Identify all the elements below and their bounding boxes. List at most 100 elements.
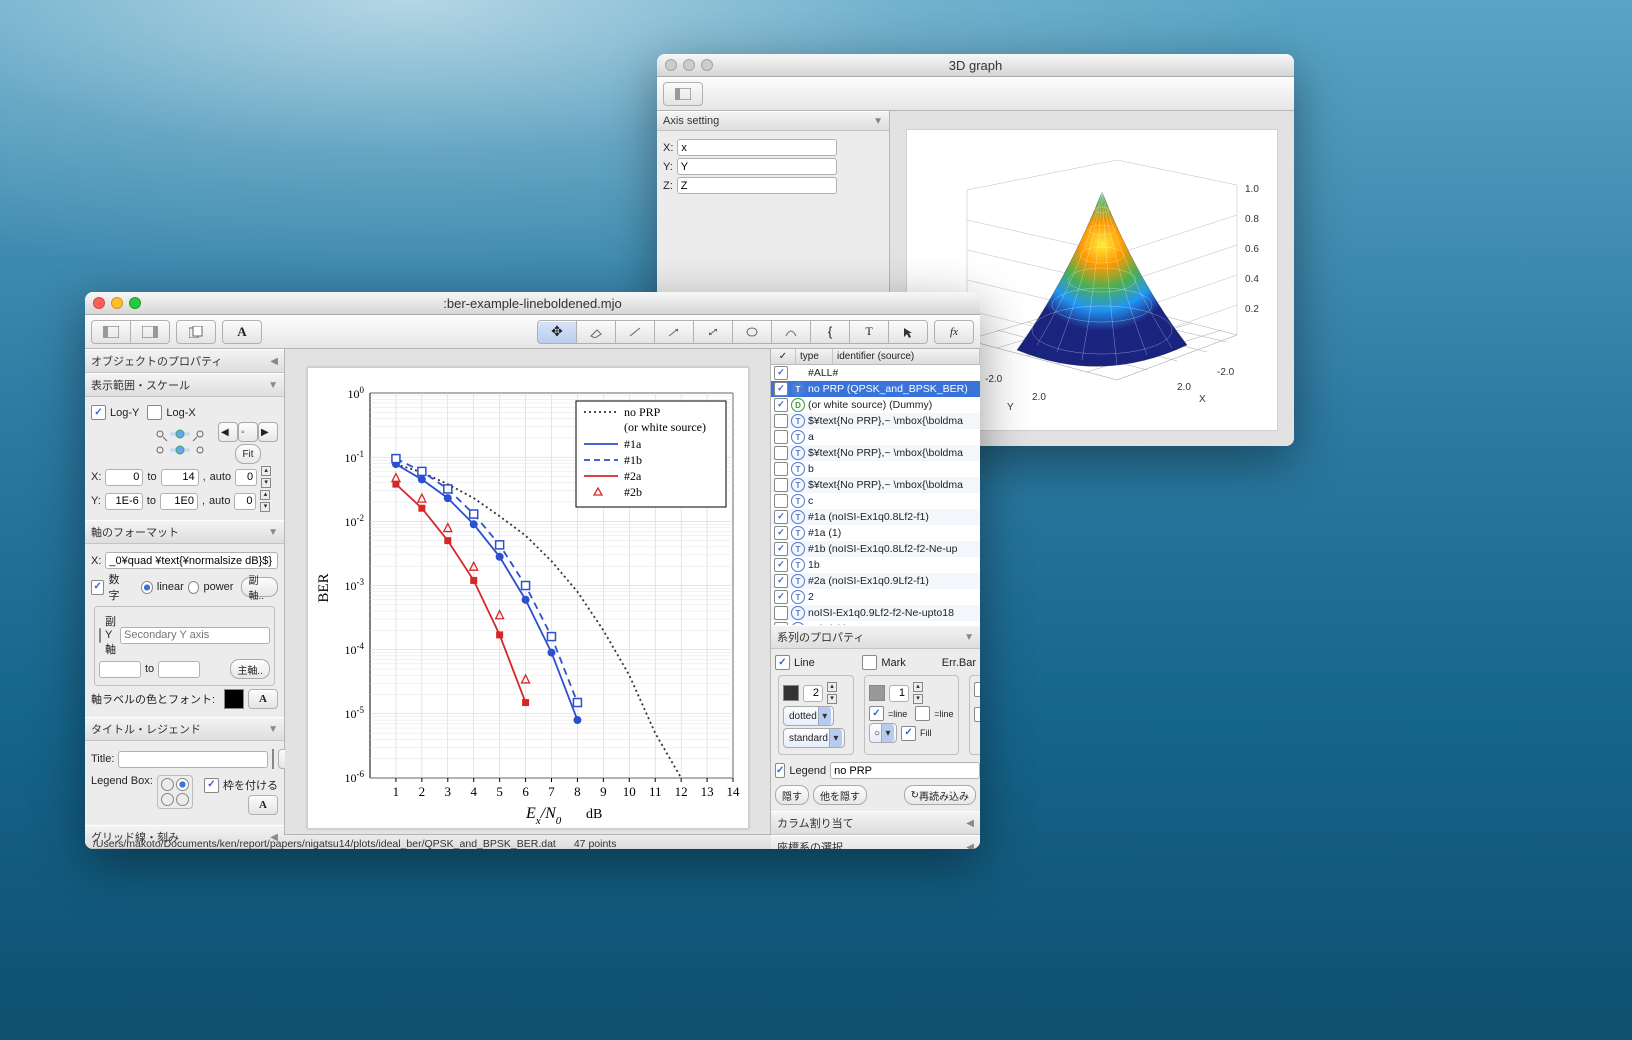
section-series-props[interactable]: 系列のプロパティ▼ bbox=[771, 625, 980, 649]
mainaxis-button[interactable]: 主軸.. bbox=[230, 659, 270, 679]
list-item[interactable]: D(or white source) (Dummy) bbox=[771, 397, 980, 413]
check-fill[interactable] bbox=[901, 726, 916, 741]
copy-button[interactable] bbox=[176, 320, 216, 344]
pan-left-button[interactable]: ◀ bbox=[218, 422, 238, 442]
radio-linear[interactable] bbox=[141, 581, 153, 594]
line-width[interactable] bbox=[803, 685, 823, 702]
pointer-tool[interactable] bbox=[888, 320, 928, 344]
check-eqline2[interactable] bbox=[915, 706, 930, 721]
mark-shape-select[interactable]: ○ bbox=[869, 723, 897, 743]
double-arrow-tool[interactable] bbox=[693, 320, 733, 344]
list-item[interactable]: Tno PRP (QPSK_and_BPSK_BER) bbox=[771, 381, 980, 397]
arc-tool[interactable] bbox=[771, 320, 811, 344]
toggle-sidebar-button[interactable] bbox=[663, 82, 703, 106]
list-header[interactable]: ✓ type identifier (source) bbox=[771, 349, 980, 365]
section-axis-format[interactable]: 軸のフォーマット▼ bbox=[85, 520, 284, 544]
input-x-axis-format[interactable] bbox=[105, 552, 278, 569]
list-item[interactable]: TnoISI-Ex1q0.9Lf2-f2-Ne-upto18 bbox=[771, 605, 980, 621]
list-item[interactable]: T$¥text{No PRP},~ \mbox{\boldma bbox=[771, 445, 980, 461]
check-frame[interactable] bbox=[204, 778, 219, 793]
mark-width[interactable] bbox=[889, 685, 909, 702]
section-column-assign[interactable]: カラム割り当て◀ bbox=[771, 811, 980, 835]
input-y-step[interactable] bbox=[234, 493, 256, 510]
list-item[interactable]: T#1a (noISI-Ex1q0.8Lf2-f1) bbox=[771, 509, 980, 525]
input-axis-x[interactable] bbox=[677, 139, 837, 156]
radio-power[interactable] bbox=[188, 581, 200, 594]
titlebar-main[interactable]: :ber-example-lineboldened.mjo bbox=[85, 292, 980, 315]
section-title-legend[interactable]: タイトル・レジェンド▼ bbox=[85, 717, 284, 741]
hide-others-button[interactable]: 他を隠す bbox=[813, 785, 867, 805]
pan-right-button[interactable]: ▶ bbox=[258, 422, 278, 442]
check-log-y[interactable] bbox=[91, 405, 106, 420]
list-item[interactable]: T#2a (noISI-Ex1q0.9Lf2-f1) bbox=[771, 573, 980, 589]
ellipse-tool[interactable] bbox=[732, 320, 772, 344]
input-x-from[interactable] bbox=[105, 469, 143, 486]
line-std-select[interactable]: standard bbox=[783, 728, 845, 748]
brace-tool[interactable]: { bbox=[810, 320, 850, 344]
check-err-y[interactable] bbox=[974, 707, 980, 722]
fx-button[interactable]: fx bbox=[934, 320, 974, 344]
font-button[interactable]: A bbox=[222, 320, 262, 344]
list-item[interactable]: Tb bbox=[771, 461, 980, 477]
section-coord-select[interactable]: 座標系の選択◀ bbox=[771, 835, 980, 849]
check-err-x[interactable] bbox=[974, 682, 980, 697]
font-legend-button[interactable]: A bbox=[248, 795, 278, 815]
text-tool[interactable]: T bbox=[849, 320, 889, 344]
list-item[interactable]: T$¥text{No PRP},~ \mbox{\boldma bbox=[771, 477, 980, 493]
check-mark[interactable] bbox=[862, 655, 877, 670]
input-secondary-y[interactable] bbox=[120, 627, 270, 644]
arrow-tool[interactable] bbox=[654, 320, 694, 344]
check-suby[interactable] bbox=[99, 628, 101, 643]
color-well-title[interactable] bbox=[272, 749, 274, 769]
input-sy-to[interactable] bbox=[158, 661, 200, 678]
check-digit[interactable] bbox=[91, 580, 104, 595]
list-item[interactable]: Ta bbox=[771, 429, 980, 445]
check-legend[interactable] bbox=[775, 763, 785, 778]
titlebar-3d[interactable]: 3D graph bbox=[657, 54, 1294, 77]
toggle-left-panel-button[interactable] bbox=[91, 320, 131, 344]
legend-text[interactable] bbox=[830, 762, 980, 779]
eraser-tool[interactable] bbox=[576, 320, 616, 344]
input-axis-y[interactable] bbox=[677, 158, 837, 175]
mark-color[interactable] bbox=[869, 685, 885, 701]
reload-button[interactable]: ↻ 再読み込み bbox=[904, 785, 976, 805]
pan-center-button[interactable]: ◦ bbox=[238, 422, 258, 442]
fit-button[interactable]: Fit bbox=[235, 444, 260, 464]
section-object-props[interactable]: オブジェクトのプロパティ◀ bbox=[85, 349, 284, 373]
check-line[interactable] bbox=[775, 655, 790, 670]
input-axis-z[interactable] bbox=[677, 177, 837, 194]
canvas-main[interactable]: 100 10-1 10-2 10-3 10-4 10-5 10-6 BER 12… bbox=[285, 349, 770, 834]
input-y-from[interactable] bbox=[105, 493, 143, 510]
input-x-step[interactable] bbox=[235, 469, 257, 486]
input-sy-from[interactable] bbox=[99, 661, 141, 678]
stepper-y[interactable]: ▴▾ bbox=[260, 490, 270, 512]
legend-position-grid[interactable] bbox=[157, 775, 193, 809]
check-log-x[interactable] bbox=[147, 405, 162, 420]
mark-width-stepper[interactable]: ▴▾ bbox=[913, 682, 923, 704]
line-width-stepper[interactable]: ▴▾ bbox=[827, 682, 837, 704]
chart[interactable]: 100 10-1 10-2 10-3 10-4 10-5 10-6 BER 12… bbox=[307, 367, 749, 829]
hide-button[interactable]: 隠す bbox=[775, 785, 809, 805]
check-eqline1[interactable] bbox=[869, 706, 884, 721]
section-axis-setting[interactable]: Axis setting▼ bbox=[657, 111, 889, 131]
list-item[interactable]: T#1b (noISI-Ex1q0.8Lf2-f2-Ne-up bbox=[771, 541, 980, 557]
line-style-select[interactable]: dotted bbox=[783, 706, 834, 726]
section-range-scale[interactable]: 表示範囲・スケール▼ bbox=[85, 373, 284, 397]
list-item[interactable]: T2 bbox=[771, 589, 980, 605]
list-item[interactable]: Tc bbox=[771, 493, 980, 509]
font-axis-button[interactable]: A bbox=[248, 689, 278, 709]
list-item[interactable]: T#1a (1) bbox=[771, 525, 980, 541]
list-item[interactable]: T1b bbox=[771, 557, 980, 573]
list-item[interactable]: T$¥text{No PRP},~ \mbox{\boldma bbox=[771, 413, 980, 429]
subaxis-button[interactable]: 副軸.. bbox=[241, 577, 278, 597]
move-tool[interactable]: ✥ bbox=[537, 320, 577, 344]
input-x-to[interactable] bbox=[161, 469, 199, 486]
line-tool[interactable] bbox=[615, 320, 655, 344]
zoom-sliders-icon[interactable] bbox=[152, 426, 212, 460]
color-well-axis[interactable] bbox=[224, 689, 244, 709]
input-title[interactable] bbox=[118, 751, 268, 768]
line-color[interactable] bbox=[783, 685, 799, 701]
list-item[interactable]: #ALL# bbox=[771, 365, 980, 381]
stepper-x[interactable]: ▴▾ bbox=[261, 466, 271, 488]
input-y-to[interactable] bbox=[160, 493, 198, 510]
